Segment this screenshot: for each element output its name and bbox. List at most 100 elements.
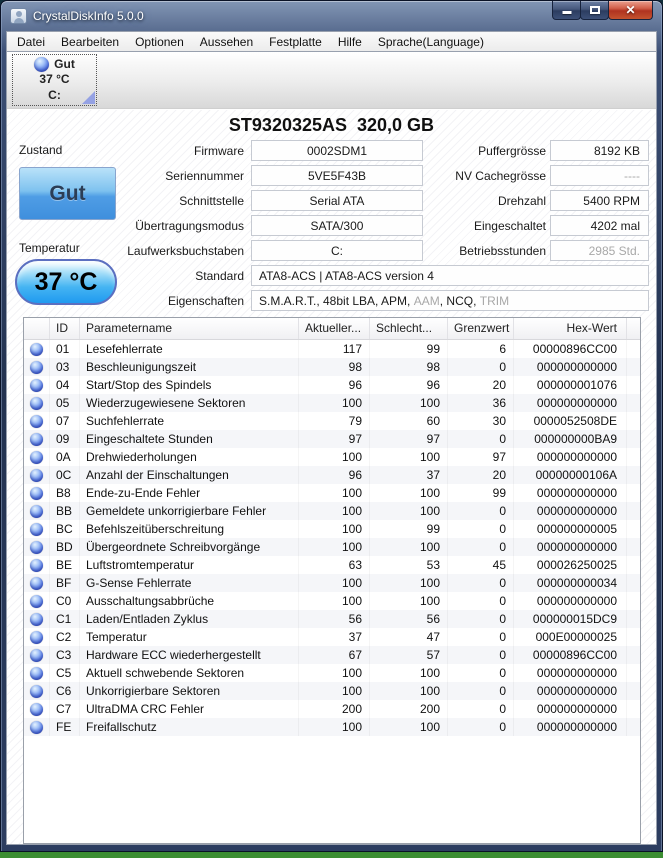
row-filler bbox=[627, 610, 640, 628]
attr-worst: 100 bbox=[370, 538, 448, 556]
attr-current: 100 bbox=[299, 592, 370, 610]
table-row[interactable]: 01Lesefehlerrate11799600000896CC00 bbox=[24, 340, 640, 358]
maximize-button[interactable] bbox=[580, 1, 609, 20]
status-orb-icon bbox=[30, 343, 43, 356]
attr-worst: 53 bbox=[370, 556, 448, 574]
table-row[interactable]: 05Wiederzugewiesene Sektoren100100360000… bbox=[24, 394, 640, 412]
tab-drive-letter: C: bbox=[48, 88, 61, 104]
minimize-icon bbox=[562, 11, 571, 14]
header-hex-value[interactable]: Hex-Wert bbox=[514, 318, 627, 339]
row-status-cell bbox=[24, 448, 50, 466]
power-on-hours-value: 2985 Std. bbox=[550, 240, 649, 261]
row-status-cell bbox=[24, 682, 50, 700]
table-row[interactable]: BELuftstromtemperatur635345000026250025 bbox=[24, 556, 640, 574]
table-row[interactable]: BFG-Sense Fehlerrate1001000000000000034 bbox=[24, 574, 640, 592]
attr-threshold: 0 bbox=[448, 646, 514, 664]
header-parameter-name[interactable]: Parametername bbox=[80, 318, 299, 339]
header-threshold[interactable]: Grenzwert bbox=[448, 318, 514, 339]
table-row[interactable]: BDÜbergeordnete Schreibvorgänge100100000… bbox=[24, 538, 640, 556]
menu-sprache[interactable]: Sprache(Language) bbox=[370, 33, 492, 51]
nv-cache-label: NV Cachegrösse bbox=[411, 169, 546, 183]
attr-parameter-name: Temperatur bbox=[80, 628, 299, 646]
table-row[interactable]: 0ADrehwiederholungen10010097000000000000 bbox=[24, 448, 640, 466]
title-bar[interactable]: CrystalDiskInfo 5.0.0 ✕ bbox=[1, 1, 662, 31]
attr-id: 03 bbox=[50, 358, 80, 376]
drive-tab-c[interactable]: Gut 37 °C C: bbox=[12, 54, 97, 106]
attr-parameter-name: Lesefehlerrate bbox=[80, 340, 299, 358]
attr-current: 97 bbox=[299, 430, 370, 448]
attr-current: 37 bbox=[299, 628, 370, 646]
attr-current: 63 bbox=[299, 556, 370, 574]
attr-hex-value: 000000000BA9 bbox=[514, 430, 627, 448]
status-orb-icon bbox=[30, 487, 43, 500]
row-filler bbox=[627, 502, 640, 520]
table-row[interactable]: FEFreifallschutz1001000000000000000 bbox=[24, 718, 640, 736]
table-row[interactable]: BCBefehlszeitüberschreitung1009900000000… bbox=[24, 520, 640, 538]
menu-datei[interactable]: Datei bbox=[9, 33, 53, 51]
table-row[interactable]: C6Unkorrigierbare Sektoren10010000000000… bbox=[24, 682, 640, 700]
status-orb-icon bbox=[30, 667, 43, 680]
app-window: CrystalDiskInfo 5.0.0 ✕ Datei Bearbeiten… bbox=[0, 0, 663, 852]
menu-hilfe[interactable]: Hilfe bbox=[330, 33, 370, 51]
smart-table-body: 01Lesefehlerrate11799600000896CC0003Besc… bbox=[24, 340, 640, 736]
close-button[interactable]: ✕ bbox=[608, 1, 653, 20]
attr-threshold: 0 bbox=[448, 592, 514, 610]
attr-threshold: 20 bbox=[448, 376, 514, 394]
attr-parameter-name: Start/Stop des Spindels bbox=[80, 376, 299, 394]
table-row[interactable]: 0CAnzahl der Einschaltungen9637200000000… bbox=[24, 466, 640, 484]
table-header[interactable]: ID Parametername Aktueller... Schlecht..… bbox=[24, 318, 640, 340]
row-status-cell bbox=[24, 430, 50, 448]
table-row[interactable]: C7UltraDMA CRC Fehler2002000000000000000 bbox=[24, 700, 640, 718]
drive-model-title: ST9320325AS 320,0 GB bbox=[7, 115, 656, 136]
attr-parameter-name: Wiederzugewiesene Sektoren bbox=[80, 394, 299, 412]
row-filler bbox=[627, 376, 640, 394]
minimize-button[interactable] bbox=[552, 1, 581, 20]
table-row[interactable]: C3Hardware ECC wiederhergestellt67570000… bbox=[24, 646, 640, 664]
attr-parameter-name: Freifallschutz bbox=[80, 718, 299, 736]
window-title: CrystalDiskInfo 5.0.0 bbox=[33, 9, 144, 23]
menu-bearbeiten[interactable]: Bearbeiten bbox=[53, 33, 127, 51]
attr-threshold: 0 bbox=[448, 520, 514, 538]
attr-worst: 37 bbox=[370, 466, 448, 484]
attr-parameter-name: Anzahl der Einschaltungen bbox=[80, 466, 299, 484]
attr-threshold: 0 bbox=[448, 700, 514, 718]
attr-current: 56 bbox=[299, 610, 370, 628]
attr-threshold: 30 bbox=[448, 412, 514, 430]
attr-threshold: 0 bbox=[448, 610, 514, 628]
table-row[interactable]: 04Start/Stop des Spindels969620000000001… bbox=[24, 376, 640, 394]
window-controls: ✕ bbox=[553, 1, 653, 20]
status-orb-icon bbox=[30, 433, 43, 446]
rotation-rate-value: 5400 RPM bbox=[550, 190, 649, 211]
header-id[interactable]: ID bbox=[50, 318, 80, 339]
table-row[interactable]: C0Ausschaltungsabbrüche10010000000000000… bbox=[24, 592, 640, 610]
attr-parameter-name: Hardware ECC wiederhergestellt bbox=[80, 646, 299, 664]
row-status-cell bbox=[24, 358, 50, 376]
row-status-cell bbox=[24, 646, 50, 664]
table-row[interactable]: B8Ende-zu-Ende Fehler1001009900000000000… bbox=[24, 484, 640, 502]
attr-worst: 98 bbox=[370, 358, 448, 376]
client-area: Gut 37 °C C: ST9320325AS 320,0 GB Zustan… bbox=[6, 51, 657, 845]
table-row[interactable]: C2Temperatur37470000E00000025 bbox=[24, 628, 640, 646]
attr-current: 98 bbox=[299, 358, 370, 376]
header-current[interactable]: Aktueller... bbox=[299, 318, 370, 339]
standard-value: ATA8-ACS | ATA8-ACS version 4 bbox=[251, 265, 649, 286]
header-worst[interactable]: Schlecht... bbox=[370, 318, 448, 339]
attr-id: 0C bbox=[50, 466, 80, 484]
tab-health-label: Gut bbox=[54, 57, 75, 73]
table-row[interactable]: C5Aktuell schwebende Sektoren10010000000… bbox=[24, 664, 640, 682]
table-row[interactable]: 09Eingeschaltete Stunden97970000000000BA… bbox=[24, 430, 640, 448]
row-status-cell bbox=[24, 556, 50, 574]
table-row[interactable]: BBGemeldete unkorrigierbare Fehler100100… bbox=[24, 502, 640, 520]
menu-festplatte[interactable]: Festplatte bbox=[261, 33, 330, 51]
tab-temperature-label: 37 °C bbox=[39, 72, 69, 88]
table-row[interactable]: C1Laden/Entladen Zyklus56560000000015DC9 bbox=[24, 610, 640, 628]
attr-hex-value: 0000052508DE bbox=[514, 412, 627, 430]
attr-current: 117 bbox=[299, 340, 370, 358]
attr-parameter-name: Luftstromtemperatur bbox=[80, 556, 299, 574]
attr-parameter-name: UltraDMA CRC Fehler bbox=[80, 700, 299, 718]
health-status-button[interactable]: Gut bbox=[19, 167, 116, 220]
menu-optionen[interactable]: Optionen bbox=[127, 33, 192, 51]
table-row[interactable]: 03Beschleunigungszeit98980000000000000 bbox=[24, 358, 640, 376]
menu-aussehen[interactable]: Aussehen bbox=[192, 33, 261, 51]
table-row[interactable]: 07Suchfehlerrate7960300000052508DE bbox=[24, 412, 640, 430]
